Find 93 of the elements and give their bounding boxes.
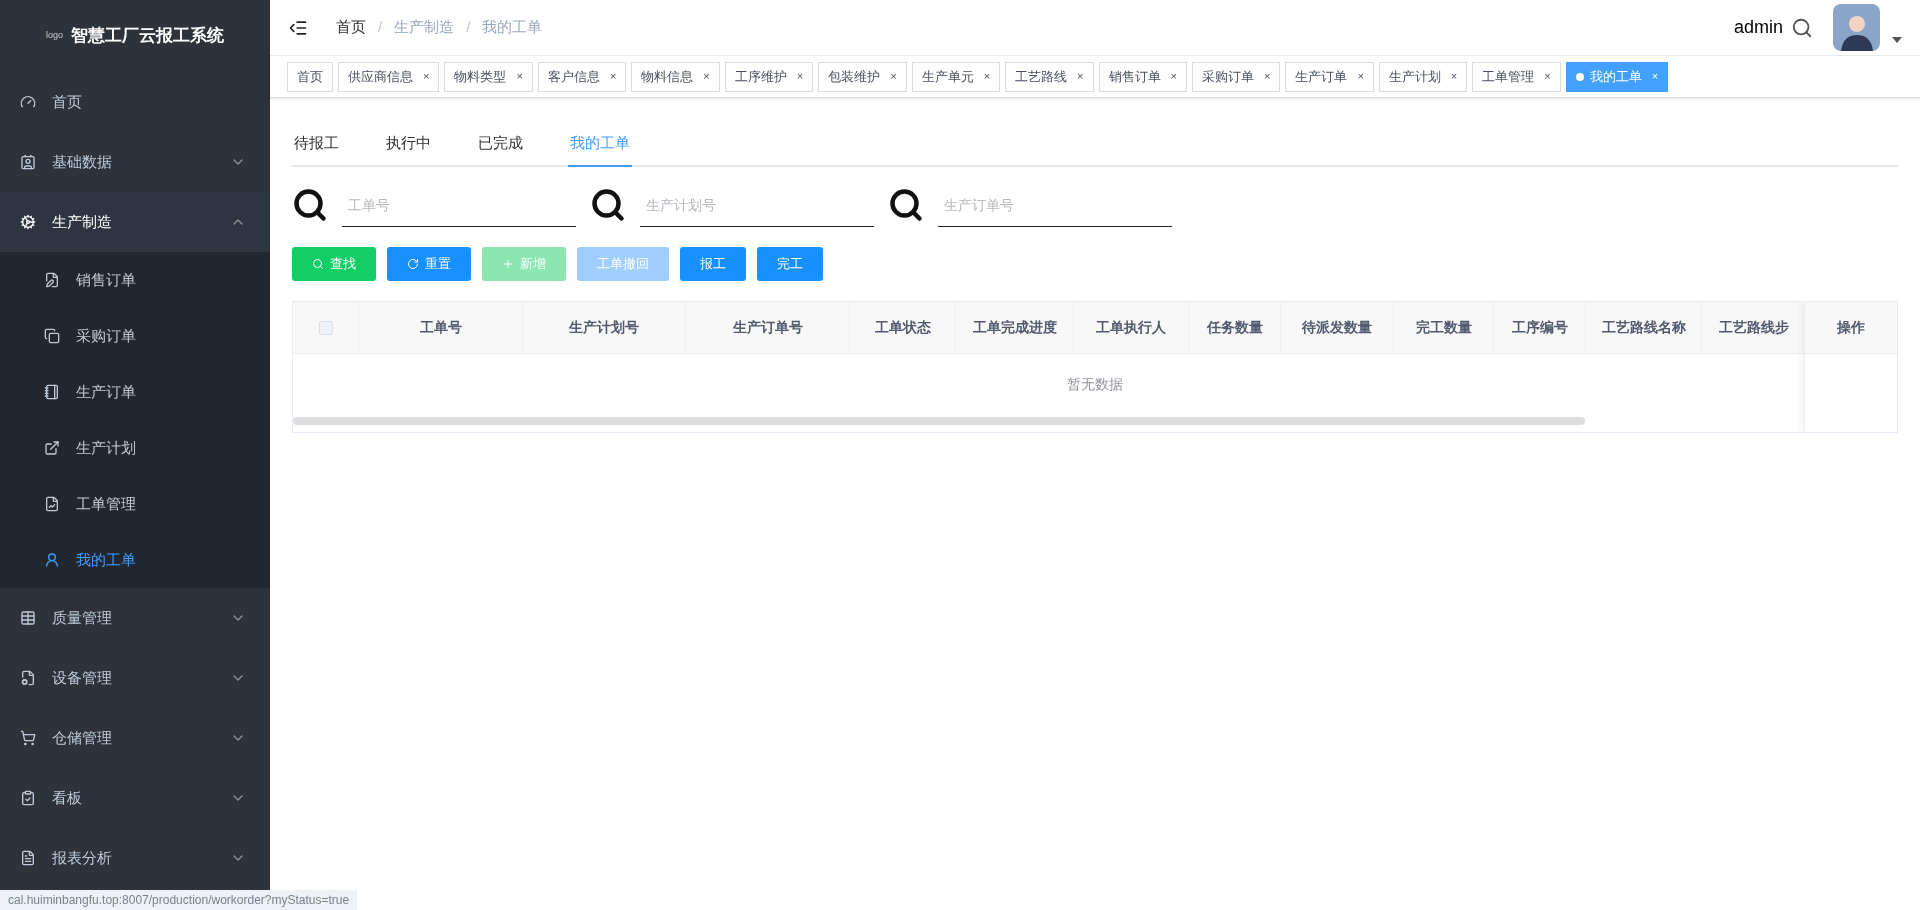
breadcrumb-item[interactable]: 首页 [336, 16, 366, 39]
close-tab-button[interactable]: × [1450, 68, 1458, 85]
page-tab[interactable]: 生产订单 × [1285, 61, 1374, 92]
logo: logo [46, 29, 63, 43]
breadcrumb-separator: / [378, 17, 383, 38]
page-tab[interactable]: 首页 [287, 61, 333, 92]
column-header: 完工数量 [1394, 302, 1494, 353]
checkbox[interactable] [318, 320, 333, 335]
app-title: 智慧工厂云报工系统 [71, 24, 224, 48]
menu-icon [20, 730, 36, 746]
submenu-item[interactable]: 生产计划 [0, 420, 270, 476]
status-url: cal.huiminbangfu.top:8007/production/workorder?myStatus=true [0, 890, 358, 910]
close-tab-button[interactable]: × [796, 68, 804, 85]
submenu-item[interactable]: 工单管理 [0, 476, 270, 532]
menu-icon [20, 790, 36, 806]
menu-icon [20, 670, 36, 686]
search-icon [292, 187, 328, 223]
menu-icon [44, 440, 60, 456]
search-icon[interactable] [1791, 16, 1813, 39]
menu-icon [20, 610, 36, 626]
menu-icon [44, 272, 60, 288]
search-icon [590, 187, 626, 223]
search-icon [312, 258, 324, 270]
search-field[interactable]: 工单号 [342, 183, 576, 227]
column-header: 操作 [1837, 318, 1865, 337]
page-tab[interactable]: 工艺路线 × [1005, 61, 1094, 92]
column-header: 生产计划号 [523, 302, 686, 353]
column-header: 待派发数量 [1281, 302, 1394, 353]
page-tab[interactable]: 包装维护 × [818, 61, 907, 92]
page-tab[interactable]: 供应商信息 × [338, 61, 440, 92]
column-header: 工单执行人 [1074, 302, 1189, 353]
sidebar-item[interactable]: 基础数据 [0, 132, 270, 192]
page-tab[interactable]: 销售订单 × [1098, 61, 1187, 92]
close-tab-button[interactable]: × [423, 68, 430, 85]
page-tab[interactable]: 生产单元 × [911, 61, 1001, 92]
sidebar-item[interactable]: 质量管理 [0, 588, 270, 648]
page-tab[interactable]: 采购订单 × [1191, 61, 1281, 92]
column-header: 工序编号 [1494, 302, 1586, 353]
close-tab-button[interactable]: × [1077, 68, 1084, 85]
column-header: 工单状态 [850, 302, 956, 353]
sidebar-item[interactable]: 看板 [0, 768, 270, 828]
search-field[interactable]: 生产计划号 [640, 183, 874, 227]
user-name[interactable]: admin [1733, 14, 1783, 41]
status-tab[interactable]: 已完成 [476, 122, 525, 167]
add-icon [502, 258, 514, 270]
menu-icon [44, 496, 60, 512]
menu-icon [44, 328, 60, 344]
sidebar-item[interactable]: 生产制造 [0, 192, 270, 252]
breadcrumb-separator: / [466, 17, 471, 38]
close-tab-button[interactable]: × [983, 68, 991, 85]
sidebar-item[interactable]: 设备管理 [0, 648, 270, 708]
column-header: 任务数量 [1189, 302, 1281, 353]
submenu-item[interactable]: 采购订单 [0, 308, 270, 364]
page-tab[interactable]: 物料信息 × [631, 61, 720, 92]
submenu-item[interactable]: 我的工单 [0, 532, 270, 588]
close-tab-button[interactable]: × [1170, 68, 1177, 85]
close-tab-button[interactable]: × [703, 68, 710, 85]
close-tab-button[interactable]: × [609, 68, 617, 85]
column-header: 生产订单号 [686, 302, 850, 353]
menu-icon [20, 214, 36, 230]
column-header: 工单号 [359, 302, 523, 353]
close-tab-button[interactable]: × [1263, 68, 1271, 85]
page-tab[interactable]: 工单管理 × [1472, 61, 1561, 92]
menu-icon [44, 552, 60, 568]
column-header: 工艺路线名称 [1586, 302, 1702, 353]
submenu-item[interactable]: 生产订单 [0, 364, 270, 420]
sidebar-item[interactable]: 报表分析 [0, 828, 270, 888]
caret-down-icon[interactable] [1892, 36, 1902, 43]
menu-icon [20, 154, 36, 170]
close-tab-button[interactable]: × [516, 68, 523, 85]
status-tab[interactable]: 待报工 [292, 122, 341, 167]
reset-icon [407, 258, 419, 270]
breadcrumb-item: 我的工单 [482, 17, 543, 38]
page-tab[interactable]: 客户信息 × [537, 61, 627, 92]
column-header: 工单完成进度 [956, 302, 1074, 353]
menu-icon [44, 384, 60, 400]
menu-icon [20, 850, 36, 866]
page-tab[interactable]: 物料类型 × [444, 61, 533, 92]
horizontal-scrollbar[interactable] [293, 417, 1585, 425]
sidebar-item[interactable]: 首页 [0, 72, 270, 132]
search-field[interactable]: 生产订单号 [938, 183, 1172, 227]
empty-text: 暂无数据 [1067, 374, 1123, 394]
status-tab[interactable]: 执行中 [384, 122, 433, 167]
menu-icon [20, 94, 36, 110]
sidebar-item[interactable]: 仓储管理 [0, 708, 270, 768]
submenu-item[interactable]: 销售订单 [0, 252, 270, 308]
page-tab[interactable]: 生产计划 × [1378, 61, 1468, 92]
close-tab-button[interactable]: × [1544, 68, 1551, 85]
page-tab[interactable]: 工序维护 × [724, 61, 814, 92]
close-tab-button[interactable]: × [890, 68, 897, 85]
search-icon [888, 187, 924, 223]
close-tab-button[interactable]: × [1357, 68, 1364, 85]
avatar[interactable] [1833, 4, 1880, 51]
